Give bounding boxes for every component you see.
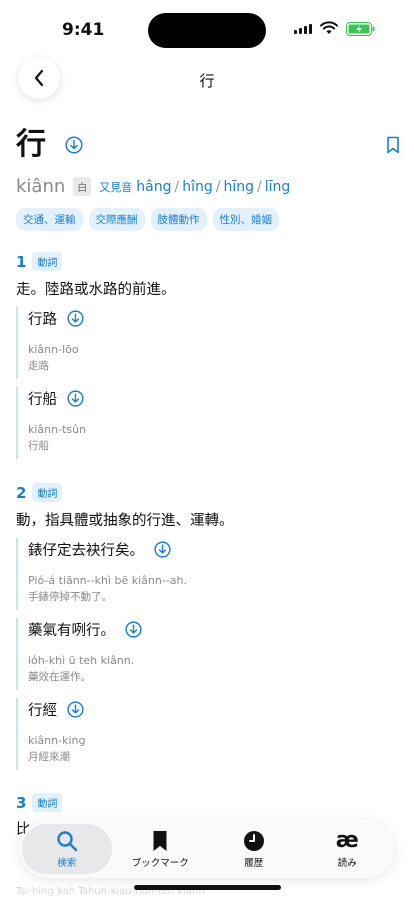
tab-label: 履歴 bbox=[244, 857, 264, 869]
tab-bar: 検索 ブックマーク 履歴 æ 読み bbox=[20, 820, 394, 878]
alt-readings: hâng / hîng / hīng / līng bbox=[136, 178, 291, 195]
status-bar: 9:41 bbox=[0, 0, 414, 58]
example-romanization: kiânn-tsûn bbox=[28, 423, 87, 436]
sense-number: 2 bbox=[16, 483, 27, 502]
tab-label: 読み bbox=[337, 857, 357, 869]
ae-ligature-icon: æ bbox=[335, 827, 359, 853]
part-of-speech-badge: 動詞 bbox=[32, 252, 63, 271]
example-hanji: 錶仔定去袂行矣。 bbox=[28, 542, 144, 559]
sense-definition: 動，指具體或抽象的行進、運轉。 bbox=[16, 513, 234, 529]
example: 錶仔定去袂行矣。 Pió-á tiānn--khì bē kiânn--ah. … bbox=[16, 538, 396, 610]
example-mandarin: 月經來潮 bbox=[28, 751, 70, 763]
example: 藥氣有咧行。 io̍h-khì ū teh kiânn. 藥效在運作。 bbox=[16, 618, 396, 690]
download-audio-icon[interactable] bbox=[125, 620, 142, 638]
wifi-icon bbox=[320, 21, 338, 34]
bookmark-icon[interactable] bbox=[386, 136, 400, 154]
category-tag[interactable]: 肢體動作 bbox=[150, 208, 207, 231]
alt-reading-link[interactable]: hîng bbox=[182, 179, 213, 195]
example-hanji: 藥氣有咧行。 bbox=[28, 622, 115, 639]
example-romanization: io̍h-khì ū teh kiânn. bbox=[28, 654, 135, 667]
reading-type-badge: 白 bbox=[73, 177, 92, 196]
tab-search[interactable]: 検索 bbox=[21, 824, 112, 874]
example-romanization: Pió-á tiānn--khì bē kiânn--ah. bbox=[28, 574, 187, 587]
battery-charging-icon bbox=[346, 22, 375, 36]
tab-bookmarks[interactable]: ブックマーク bbox=[115, 824, 205, 874]
part-of-speech-badge: 動詞 bbox=[32, 793, 63, 812]
tab-reading[interactable]: æ 読み bbox=[302, 824, 392, 874]
example-mandarin: 走路 bbox=[28, 360, 49, 372]
alt-readings-label: 又見音 bbox=[99, 180, 133, 194]
example-mandarin: 行船 bbox=[28, 440, 49, 452]
dynamic-island bbox=[148, 13, 266, 48]
romanization-line: kiânn 白 又見音 hâng / hîng / hīng / līng bbox=[16, 176, 290, 197]
example: 行路 kiânn-lōo 走路 bbox=[16, 307, 396, 379]
sense-number: 1 bbox=[16, 252, 27, 271]
download-audio-icon[interactable] bbox=[67, 389, 84, 407]
alt-reading-link[interactable]: līng bbox=[265, 179, 291, 195]
tab-label: ブックマーク bbox=[131, 857, 189, 869]
download-audio-icon[interactable] bbox=[65, 136, 83, 154]
example: 行經 kiânn-king 月經來潮 bbox=[16, 698, 396, 770]
example-hanji: 行經 bbox=[28, 702, 57, 719]
category-tag[interactable]: 交通、運輸 bbox=[16, 208, 83, 231]
example: 行船 kiânn-tsûn 行船 bbox=[16, 387, 396, 459]
sense-header: 3 動詞 bbox=[16, 793, 63, 812]
bookmark-icon bbox=[153, 830, 167, 851]
example-hanji: 行路 bbox=[28, 311, 57, 328]
example-hanji: 行船 bbox=[28, 391, 57, 408]
alt-reading-link[interactable]: hīng bbox=[223, 179, 254, 195]
sense-definition: 走。陸路或水路的前進。 bbox=[16, 282, 176, 298]
cellular-signal-icon bbox=[294, 24, 312, 34]
tab-label: 検索 bbox=[57, 857, 77, 869]
example-romanization: kiânn-king bbox=[28, 734, 86, 747]
example-romanization: kiânn-lōo bbox=[28, 343, 79, 356]
tab-history[interactable]: 履歴 bbox=[209, 824, 299, 874]
download-audio-icon[interactable] bbox=[67, 700, 84, 718]
category-tag[interactable]: 性別、婚姻 bbox=[212, 208, 279, 231]
category-tags: 交通、運輸 交際應酬 肢體動作 性別、婚姻 bbox=[16, 208, 279, 231]
download-audio-icon[interactable] bbox=[67, 309, 84, 327]
part-of-speech-badge: 動詞 bbox=[32, 483, 63, 502]
romanization: kiânn bbox=[16, 176, 66, 197]
search-icon bbox=[57, 830, 78, 851]
alt-reading-link[interactable]: hâng bbox=[136, 179, 171, 195]
home-indicator bbox=[134, 885, 281, 890]
category-tag[interactable]: 交際應酬 bbox=[88, 208, 145, 231]
example-mandarin: 藥效在運作。 bbox=[28, 671, 91, 683]
nav-title: 行 bbox=[199, 72, 215, 90]
headword: 行 bbox=[16, 127, 46, 162]
download-audio-icon[interactable] bbox=[154, 540, 171, 558]
example-mandarin: 手錶停掉不動了。 bbox=[28, 591, 112, 603]
status-time: 9:41 bbox=[62, 20, 105, 40]
sense-header: 2 動詞 bbox=[16, 483, 63, 502]
sense-header: 1 動詞 bbox=[16, 252, 63, 271]
sense-number: 3 bbox=[16, 793, 27, 812]
clock-icon bbox=[243, 830, 264, 851]
